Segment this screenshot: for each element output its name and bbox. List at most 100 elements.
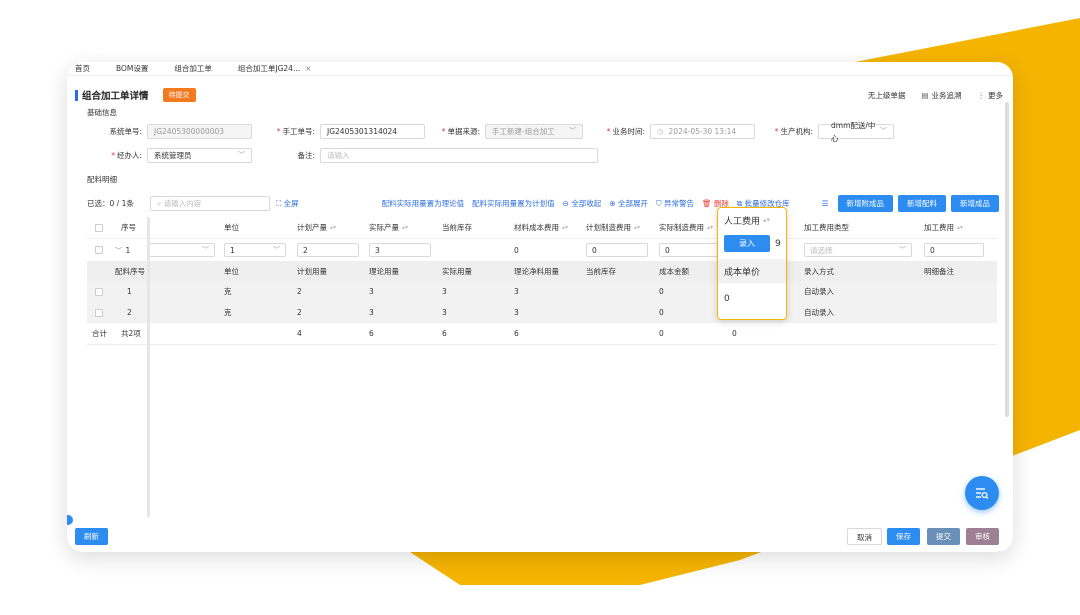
- close-icon[interactable]: ×: [305, 64, 311, 73]
- detail-search-input[interactable]: ⌕ 请输入内容: [150, 195, 270, 211]
- col-header[interactable]: 加工费用 ▴▾: [924, 217, 963, 238]
- refresh-button[interactable]: 刷新: [75, 528, 108, 545]
- add-ingredient-button[interactable]: 新增配料: [898, 194, 946, 212]
- exception-warning-link[interactable]: ⛉ 异常警告: [656, 198, 694, 209]
- save-button[interactable]: 保存: [887, 528, 920, 545]
- table-header-row: 序号 单位 计划产量 ▴▾ 实际产量 ▴▾ 当前库存 材料成本费用 ▴▾ 计划制造费用…: [87, 217, 997, 239]
- sort-icon[interactable]: ▴▾: [562, 225, 568, 231]
- quick-search-fab[interactable]: [965, 476, 999, 510]
- col-header[interactable]: 计划制造费用 ▴▾: [586, 217, 640, 238]
- sub-col-header: 配料序号: [115, 266, 145, 276]
- org-select[interactable]: dmm配送/中心 ﹀: [818, 121, 894, 143]
- total-theory: 6: [369, 329, 374, 338]
- expand-all-link[interactable]: ⊕ 全部展开: [609, 198, 648, 209]
- sub-row-net: 3: [514, 287, 519, 296]
- column-settings-icon[interactable]: ☰: [822, 199, 829, 208]
- remark-input[interactable]: 请输入: [320, 148, 598, 163]
- unit-select[interactable]: 1 ﹀: [224, 243, 286, 257]
- basic-info-title: 基础信息: [87, 108, 117, 117]
- detail-section-title: 配料明细: [87, 175, 117, 184]
- row-checkbox[interactable]: [95, 308, 103, 317]
- submit-button[interactable]: 提交: [927, 528, 960, 545]
- sub-row-entry: 自动录入: [804, 308, 834, 317]
- chevron-down-icon: ﹀: [238, 151, 245, 159]
- chevron-down-icon: ﹀: [880, 127, 887, 135]
- fullscreen-button[interactable]: ⛶ 全屏: [276, 198, 299, 209]
- sub-col-header: 录入方式: [804, 266, 834, 276]
- chevron-down-icon: ﹀: [899, 246, 906, 254]
- header-actions: 无上级单据 ▤ 业务追溯 ⋮ 更多: [868, 90, 1003, 101]
- sub-col-header: 理论用量: [369, 266, 399, 276]
- processing-fee-input[interactable]: 0: [924, 243, 984, 257]
- sub-row-index: 2: [127, 308, 132, 317]
- expand-toggle[interactable]: ﹀ 1: [115, 239, 130, 261]
- total-unit-price: 0: [732, 329, 737, 338]
- processing-type-select[interactable]: 请选择 ﹀: [804, 243, 912, 257]
- cancel-button[interactable]: 取消: [847, 528, 882, 545]
- add-byproduct-button[interactable]: 新增附成品: [837, 194, 893, 212]
- tab-home[interactable]: 首页: [67, 62, 103, 76]
- entry-button[interactable]: 录入: [724, 235, 770, 252]
- no-parent-doc-button[interactable]: 无上级单据: [868, 90, 906, 101]
- row-checkbox[interactable]: [95, 246, 103, 254]
- product-select[interactable]: ﹀: [149, 243, 215, 257]
- sub-row-actual: 3: [442, 308, 447, 317]
- sub-col-header: 理论净料用量: [514, 266, 559, 276]
- actual-qty-input[interactable]: 3: [369, 243, 431, 257]
- set-actual-to-theory-link[interactable]: 配料实际用量置为理论值: [382, 198, 465, 209]
- sub-row-index: 1: [127, 287, 132, 296]
- col-header[interactable]: 实际产量 ▴▾: [369, 217, 408, 238]
- form-row-1: 系统单号: JG2405300000003 * 手工单号: JG240530131…: [87, 121, 894, 143]
- total-label: 合计: [92, 329, 107, 338]
- sort-icon[interactable]: ▴▾: [634, 225, 640, 231]
- material-cost-value: 0: [514, 245, 519, 255]
- labor-cost-entry: 录入 9: [724, 235, 781, 252]
- collapse-all-link[interactable]: ⊖ 全部收起: [563, 198, 602, 209]
- total-plan: 4: [297, 329, 302, 338]
- sort-icon[interactable]: ▴▾: [707, 225, 713, 231]
- more-button[interactable]: ⋮ 更多: [978, 90, 1004, 101]
- sort-icon[interactable]: ▴▾: [763, 217, 770, 224]
- search-icon: ⌕: [157, 198, 164, 208]
- table-row: ﹀ 1 ﹀ 1 ﹀ 2 3 0 0 0 请选择 ﹀ 0: [87, 239, 997, 261]
- select-all-checkbox[interactable]: [95, 223, 103, 232]
- chevron-down-icon: ﹀: [569, 127, 576, 135]
- side-handle[interactable]: [67, 515, 73, 525]
- total-count: 共2项: [121, 329, 141, 338]
- add-product-button[interactable]: 新增成品: [951, 194, 999, 212]
- tab-assembly-orders[interactable]: 组合加工单: [161, 62, 225, 76]
- chevron-down-icon: ﹀: [202, 246, 209, 254]
- sort-icon[interactable]: ▴▾: [402, 225, 408, 231]
- vertical-scrollbar[interactable]: [1005, 102, 1009, 417]
- chevron-down-icon: ﹀: [273, 246, 280, 254]
- tab-assembly-order-detail[interactable]: 组合加工单JG24... ×: [225, 62, 325, 76]
- sort-icon[interactable]: ▴▾: [957, 225, 963, 231]
- list-search-icon: [976, 488, 989, 500]
- more-vertical-icon: ⋮: [977, 90, 986, 100]
- sub-col-header: 明细备注: [924, 266, 954, 276]
- row-checkbox[interactable]: [95, 287, 103, 296]
- app-window: 首页 BOM设置 组合加工单 组合加工单JG24... × 组合加工单详情 待提交…: [67, 62, 1013, 552]
- set-actual-to-plan-link[interactable]: 配料实际用量置为计划值: [472, 198, 555, 209]
- trace-icon: ▤: [921, 90, 929, 100]
- actual-mfg-cost-input[interactable]: 0: [659, 243, 721, 257]
- business-trace-button[interactable]: ▤ 业务追溯: [921, 90, 961, 101]
- col-header[interactable]: 计划产量 ▴▾: [297, 217, 336, 238]
- page-title: 组合加工单详情: [82, 91, 149, 102]
- audit-button[interactable]: 审核: [966, 528, 999, 545]
- plan-mfg-cost-input[interactable]: 0: [586, 243, 648, 257]
- labor-cost-header: 人工费用 ▴▾: [724, 216, 771, 228]
- handler-select[interactable]: 系统管理员 ﹀: [147, 148, 252, 163]
- plan-qty-input[interactable]: 2: [297, 243, 359, 257]
- col-header[interactable]: 实际制造费用 ▴▾: [659, 217, 713, 238]
- col-header[interactable]: 材料成本费用 ▴▾: [514, 217, 568, 238]
- biz-time-field[interactable]: ◷ 2024-05-30 13:14: [650, 124, 755, 139]
- tab-bom-settings[interactable]: BOM设置: [103, 62, 161, 76]
- sort-icon[interactable]: ▴▾: [330, 225, 336, 231]
- sub-row-cost: 0: [659, 287, 664, 296]
- system-no-label: 系统单号:: [109, 127, 142, 136]
- clock-icon: ◷: [657, 127, 664, 136]
- manual-no-field[interactable]: JG2405301314024: [320, 124, 425, 139]
- detail-toolbar: 已选：0 / 1条 ⌕ 请输入内容 ⛶ 全屏 配料实际用量置为理论值 配料实际用…: [87, 194, 999, 212]
- source-label: * 单据来源:: [441, 127, 480, 136]
